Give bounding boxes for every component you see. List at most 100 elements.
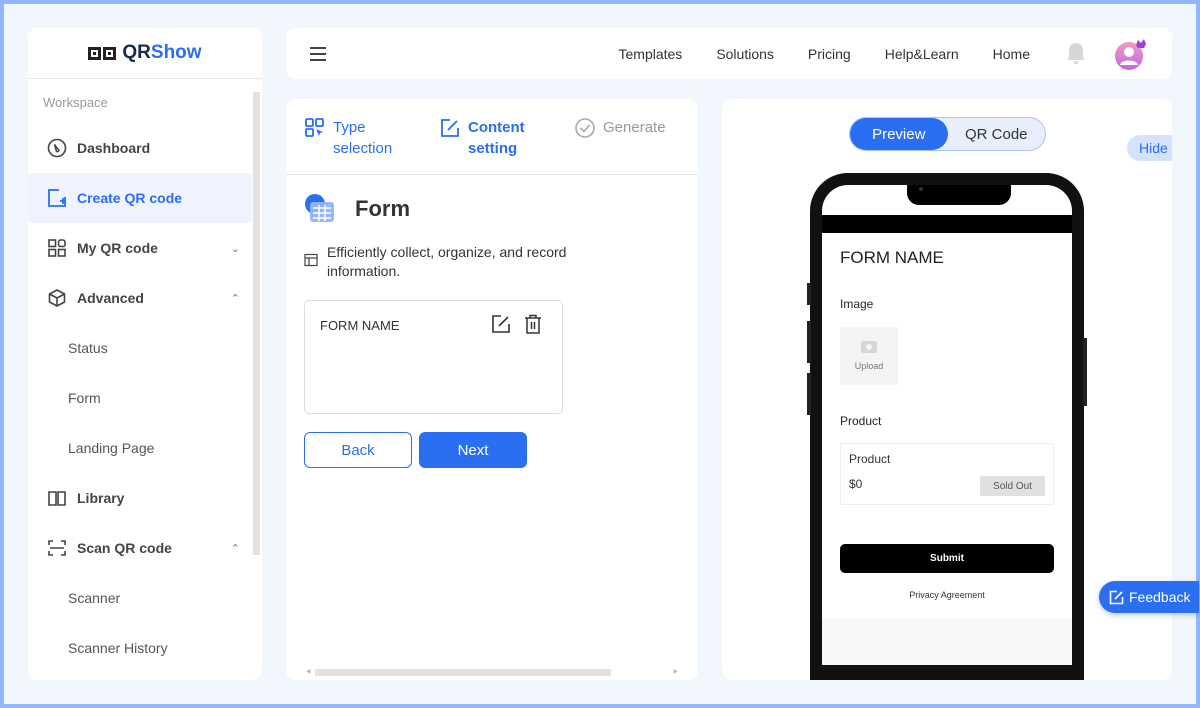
tab-qr-code[interactable]: QR Code bbox=[948, 118, 1046, 150]
step-indicator: Type selection Content setting Generate bbox=[286, 99, 698, 175]
type-selection-icon bbox=[305, 118, 324, 137]
nav-link-pricing[interactable]: Pricing bbox=[808, 46, 851, 62]
sidebar-item-label: Dashboard bbox=[77, 140, 151, 156]
next-button[interactable]: Next bbox=[419, 432, 527, 468]
feedback-label: Feedback bbox=[1129, 589, 1191, 605]
check-circle-icon bbox=[575, 118, 595, 138]
step-type-line1: Type bbox=[333, 119, 366, 136]
qr-grid-icon bbox=[46, 237, 68, 259]
delete-icon[interactable] bbox=[524, 314, 542, 334]
phone-side-button bbox=[807, 373, 811, 415]
phone-side-button bbox=[1083, 338, 1087, 406]
phone-status-bar bbox=[822, 215, 1072, 233]
brand-prefix: QR bbox=[122, 42, 151, 63]
phone-side-button bbox=[807, 321, 811, 363]
sidebar-subitem-scanner[interactable]: Scanner bbox=[28, 573, 262, 623]
sidebar-subitem-scanner-history[interactable]: Scanner History bbox=[28, 623, 262, 673]
scrollbar-thumb[interactable] bbox=[315, 669, 611, 676]
phone-notch bbox=[907, 185, 1011, 205]
preview-toggle: Preview QR Code bbox=[849, 117, 1046, 151]
workspace-label: Workspace bbox=[43, 95, 108, 110]
step-generate[interactable]: Generate bbox=[574, 117, 666, 174]
phone-screen: FORM NAME Image Upload Product Product $… bbox=[822, 185, 1072, 665]
scan-icon bbox=[46, 537, 68, 559]
sidebar-item-create-qr-code[interactable]: Create QR code bbox=[28, 173, 252, 223]
navigation-buttons: Back Next bbox=[304, 432, 698, 468]
hide-button[interactable]: Hide bbox=[1127, 135, 1172, 161]
sidebar-subitem-form[interactable]: Form bbox=[28, 373, 262, 423]
chevron-up-icon[interactable]: ⌃ bbox=[231, 292, 240, 305]
brand-name: QRShow bbox=[122, 42, 201, 64]
top-navigation-bar: Templates Solutions Pricing Help&Learn H… bbox=[286, 28, 1172, 79]
privacy-agreement-link[interactable]: Privacy Agreement bbox=[822, 590, 1072, 600]
upload-label: Upload bbox=[854, 361, 884, 371]
nav-link-help-learn[interactable]: Help&Learn bbox=[885, 46, 959, 62]
camera-icon bbox=[861, 341, 877, 353]
sidebar-scrollbar[interactable] bbox=[253, 92, 260, 680]
form-name-text: FORM NAME bbox=[320, 318, 400, 333]
editor-panel: Type selection Content setting Generate Fo… bbox=[286, 99, 698, 680]
feedback-button[interactable]: Feedback bbox=[1099, 581, 1199, 613]
feedback-edit-icon bbox=[1109, 590, 1124, 604]
form-name-card: FORM NAME bbox=[304, 300, 563, 414]
user-avatar[interactable] bbox=[1114, 37, 1148, 71]
sidebar-item-label: Advanced bbox=[77, 290, 144, 306]
preview-submit-button[interactable]: Submit bbox=[840, 544, 1054, 573]
sidebar-subitem-status[interactable]: Status bbox=[28, 323, 262, 373]
sidebar-item-my-qr-code[interactable]: My QR code ⌄ bbox=[28, 223, 262, 273]
sidebar-subitem-landing-page[interactable]: Landing Page bbox=[28, 423, 262, 473]
sidebar-item-scan-qr-code[interactable]: Scan QR code ⌃ bbox=[28, 523, 262, 573]
form-type-icon bbox=[304, 193, 336, 225]
phone-mockup: FORM NAME Image Upload Product Product $… bbox=[807, 173, 1087, 680]
menu-toggle-icon[interactable] bbox=[310, 46, 326, 61]
product-name: Product bbox=[849, 452, 891, 466]
step-content-line1: Content bbox=[468, 119, 525, 136]
sidebar-item-label: Scan QR code bbox=[77, 540, 172, 556]
step-content-line2: setting bbox=[468, 140, 518, 157]
form-preview: FORM NAME Image Upload Product Product $… bbox=[822, 233, 1072, 619]
phone-side-button bbox=[807, 283, 811, 305]
nav-link-solutions[interactable]: Solutions bbox=[716, 46, 774, 62]
sidebar-item-advanced[interactable]: Advanced ⌃ bbox=[28, 273, 262, 323]
brand-suffix: Show bbox=[150, 42, 202, 63]
sidebar-item-dashboard[interactable]: Dashboard bbox=[28, 123, 262, 173]
sidebar-item-label: My QR code bbox=[77, 240, 158, 256]
preview-upload-box[interactable]: Upload bbox=[840, 327, 898, 385]
scrollbar-thumb[interactable] bbox=[253, 92, 260, 555]
sidebar: QRShow Workspace Dashboard Create QR cod… bbox=[28, 28, 262, 680]
sidebar-nav: Dashboard Create QR code My QR code ⌄ Ad… bbox=[28, 123, 262, 673]
book-icon bbox=[46, 487, 68, 509]
dashboard-icon bbox=[46, 137, 68, 159]
table-icon bbox=[304, 253, 318, 267]
sold-out-badge: Sold Out bbox=[980, 476, 1045, 496]
chevron-up-icon[interactable]: ⌃ bbox=[231, 542, 240, 555]
notification-bell-icon[interactable] bbox=[1064, 41, 1088, 67]
edit-icon[interactable] bbox=[491, 314, 511, 334]
form-description: Efficiently collect, organize, and recor… bbox=[304, 243, 614, 281]
chevron-down-icon[interactable]: ⌄ bbox=[231, 242, 240, 255]
preview-product-card: Product $0 Sold Out bbox=[840, 443, 1054, 505]
back-button[interactable]: Back bbox=[304, 432, 412, 468]
step-generate-label: Generate bbox=[603, 119, 666, 136]
sidebar-item-library[interactable]: Library bbox=[28, 473, 262, 523]
tab-preview[interactable]: Preview bbox=[850, 118, 948, 150]
qr-logo-icon bbox=[88, 46, 117, 60]
nav-link-templates[interactable]: Templates bbox=[619, 46, 683, 62]
logo[interactable]: QRShow bbox=[28, 28, 262, 79]
step-content-setting[interactable]: Content setting bbox=[439, 117, 574, 174]
sidebar-item-label: Create QR code bbox=[77, 190, 183, 206]
nav-link-home[interactable]: Home bbox=[993, 46, 1030, 62]
step-type-selection[interactable]: Type selection bbox=[304, 117, 439, 174]
content-setting-icon bbox=[441, 119, 459, 137]
step-type-line2: selection bbox=[333, 140, 393, 157]
preview-image-label: Image bbox=[840, 297, 874, 311]
camera-dot bbox=[919, 187, 923, 191]
form-description-text: Efficiently collect, organize, and recor… bbox=[327, 244, 567, 279]
create-qr-icon bbox=[46, 187, 68, 209]
phone-footer-area bbox=[822, 619, 1072, 665]
preview-form-title: FORM NAME bbox=[840, 248, 944, 267]
scroll-left-arrow-icon[interactable]: ◀ bbox=[306, 668, 311, 675]
horizontal-scrollbar[interactable]: ◀ ▶ bbox=[306, 669, 678, 676]
scroll-right-arrow-icon[interactable]: ▶ bbox=[673, 668, 678, 675]
form-title: Form bbox=[355, 196, 410, 221]
